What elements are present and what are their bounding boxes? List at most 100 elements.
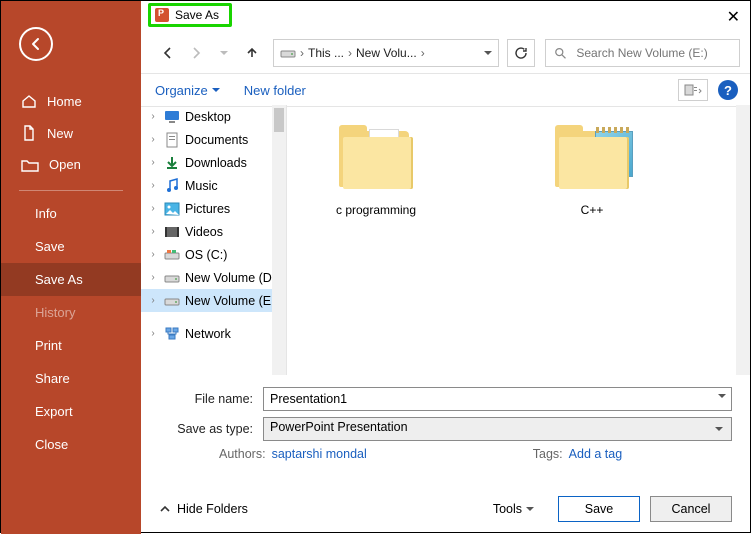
drive-icon — [164, 247, 180, 263]
tree-item-vol-d[interactable]: ›New Volume (D:) — [141, 266, 286, 289]
tags-label: Tags: — [533, 447, 563, 461]
save-type-value: PowerPoint Presentation — [270, 420, 408, 434]
folder-label: c programming — [321, 203, 431, 217]
sidebar-label: Home — [47, 94, 82, 109]
chevron-up-icon — [159, 503, 171, 515]
sidebar-item-export[interactable]: Export — [1, 395, 141, 428]
tree-item-vol-e[interactable]: ›New Volume (E:) — [141, 289, 286, 312]
file-name-label: File name: — [159, 392, 263, 406]
organize-toolbar: Organize New folder ? — [141, 73, 750, 107]
nav-back-button[interactable] — [155, 40, 181, 66]
chevron-right-icon: › — [300, 46, 304, 60]
back-button[interactable] — [19, 27, 53, 61]
tree-label: OS (C:) — [185, 248, 227, 262]
sidebar-separator — [19, 190, 123, 191]
title-highlight: Save As — [148, 3, 232, 27]
folder-tile[interactable]: C++ — [537, 125, 647, 217]
folder-open-icon — [21, 158, 39, 172]
cancel-button[interactable]: Cancel — [650, 496, 732, 522]
downloads-icon — [164, 155, 180, 171]
videos-icon — [164, 224, 180, 240]
chevron-down-icon[interactable] — [484, 46, 492, 60]
tree-label: Pictures — [185, 202, 230, 216]
chevron-right-icon: › — [421, 46, 425, 60]
address-bar[interactable]: › This ... › New Volu... › — [273, 39, 499, 67]
tree-item-pictures[interactable]: ›Pictures — [141, 197, 286, 220]
nav-toolbar: › This ... › New Volu... › — [141, 35, 750, 73]
view-mode-button[interactable] — [678, 79, 708, 101]
tree-item-videos[interactable]: ›Videos — [141, 220, 286, 243]
documents-icon — [164, 132, 180, 148]
save-type-combo[interactable]: PowerPoint Presentation — [263, 417, 732, 441]
drive-icon — [164, 270, 180, 286]
sidebar-item-home[interactable]: Home — [1, 85, 141, 117]
dialog-titlebar: Save As ✕ — [141, 1, 750, 35]
search-icon — [554, 46, 566, 60]
breadcrumb-seg[interactable]: This ... — [308, 46, 344, 60]
chevron-down-icon[interactable] — [718, 394, 726, 402]
hide-folders-toggle[interactable]: Hide Folders — [159, 502, 248, 516]
music-icon — [164, 178, 180, 194]
tree-label: Network — [185, 327, 231, 341]
folder-label: C++ — [537, 203, 647, 217]
search-box[interactable] — [545, 39, 740, 67]
organize-label: Organize — [155, 83, 208, 98]
sidebar-item-history: History — [1, 296, 141, 329]
refresh-icon — [514, 46, 528, 60]
nav-up-button[interactable] — [239, 40, 265, 66]
organize-menu[interactable]: Organize — [155, 83, 220, 98]
home-icon — [21, 93, 37, 109]
save-as-dialog: Save As ✕ › This ... › New Volu... › Org… — [141, 1, 750, 532]
file-name-input[interactable] — [263, 387, 732, 411]
save-type-label: Save as type: — [159, 422, 263, 436]
tree-label: Desktop — [185, 110, 231, 124]
tools-label: Tools — [493, 502, 522, 516]
help-button[interactable]: ? — [718, 80, 738, 100]
folder-icon — [333, 125, 419, 195]
chevron-right-icon: › — [348, 46, 352, 60]
tree-item-os-c[interactable]: ›OS (C:) — [141, 243, 286, 266]
sidebar-item-print[interactable]: Print — [1, 329, 141, 362]
tree-label: Downloads — [185, 156, 247, 170]
folder-icon — [549, 125, 635, 195]
authors-value[interactable]: saptarshi mondal — [272, 447, 367, 461]
tags-value[interactable]: Add a tag — [569, 447, 623, 461]
powerpoint-icon — [155, 8, 169, 22]
network-icon — [164, 326, 180, 342]
search-input[interactable] — [574, 45, 731, 61]
nav-recent-dropdown[interactable] — [211, 40, 237, 66]
tree-item-documents[interactable]: ›Documents — [141, 128, 286, 151]
tree-label: New Volume (E:) — [185, 294, 279, 308]
file-pane[interactable]: c programming C++ — [287, 105, 750, 375]
pictures-icon — [164, 201, 180, 217]
sidebar-item-save-as[interactable]: Save As — [1, 263, 141, 296]
save-button[interactable]: Save — [558, 496, 640, 522]
sidebar-item-save[interactable]: Save — [1, 230, 141, 263]
nav-tree: ›Desktop ›Documents ›Downloads ›Music ›P… — [141, 105, 287, 375]
refresh-button[interactable] — [507, 39, 535, 67]
breadcrumb-seg[interactable]: New Volu... — [356, 46, 417, 60]
sidebar-item-share[interactable]: Share — [1, 362, 141, 395]
tools-menu[interactable]: Tools — [493, 502, 534, 516]
file-icon — [21, 125, 37, 141]
sidebar-item-info[interactable]: Info — [1, 197, 141, 230]
tree-label: New Volume (D:) — [185, 271, 279, 285]
tree-item-desktop[interactable]: ›Desktop — [141, 105, 286, 128]
tree-item-music[interactable]: ›Music — [141, 174, 286, 197]
drive-icon — [280, 47, 296, 59]
folder-tile[interactable]: c programming — [321, 125, 431, 217]
nav-forward-button — [183, 40, 209, 66]
sidebar-item-open[interactable]: Open — [1, 149, 141, 180]
sidebar-item-close[interactable]: Close — [1, 428, 141, 461]
tree-scrollbar[interactable] — [272, 105, 286, 375]
close-icon[interactable]: ✕ — [727, 7, 740, 27]
authors-label: Authors: — [219, 447, 266, 461]
tree-item-downloads[interactable]: ›Downloads — [141, 151, 286, 174]
new-folder-button[interactable]: New folder — [244, 83, 306, 98]
view-icon — [684, 84, 702, 96]
tree-label: Music — [185, 179, 218, 193]
files-scrollbar[interactable] — [736, 105, 750, 375]
sidebar-item-new[interactable]: New — [1, 117, 141, 149]
sidebar-label: Open — [49, 157, 81, 172]
tree-item-network[interactable]: ›Network — [141, 322, 286, 345]
